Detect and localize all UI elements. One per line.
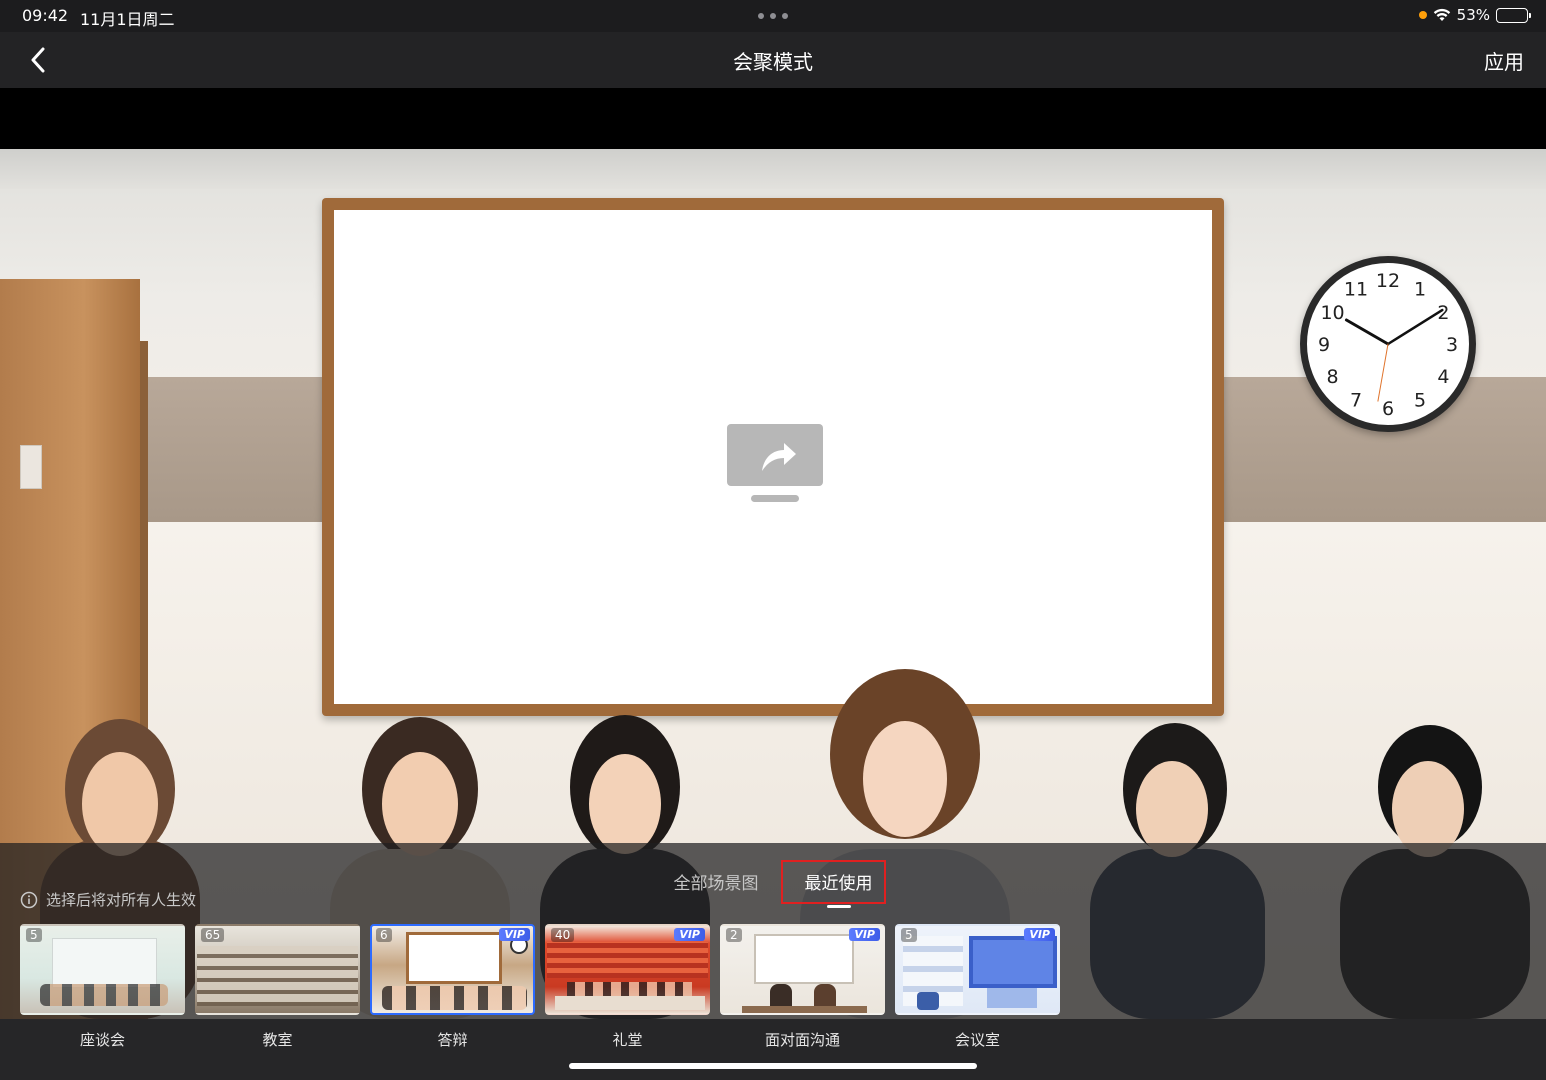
scene-thumb-auditorium[interactable]: 40 VIP 礼堂	[545, 924, 710, 1050]
vip-badge: VIP	[499, 928, 530, 941]
clock-number: 1	[1414, 279, 1426, 301]
participant-count: 5	[26, 928, 42, 942]
scene-thumb-face-to-face[interactable]: 2 VIP 面对面沟通	[720, 924, 885, 1050]
scene-thumb-meeting-room[interactable]: 5 VIP 会议室	[895, 924, 1060, 1050]
clock-hour-hand	[1344, 318, 1390, 346]
scene-thumbnail-list: 5 座谈会 65 教室 6 VIP 答辩 40 VIP 礼堂 2 VIP 面对面…	[20, 924, 1060, 1050]
scene-thumb-image: 5	[20, 924, 185, 1015]
whiteboard-screen	[322, 198, 1224, 716]
scene-thumb-label: 会议室	[954, 1031, 1000, 1049]
ceiling	[0, 149, 1546, 189]
vip-badge: VIP	[674, 928, 705, 941]
scene-thumb-label: 礼堂	[612, 1031, 643, 1049]
participant-count: 65	[201, 928, 225, 942]
clock-number: 12	[1376, 270, 1400, 292]
clock-number: 11	[1344, 279, 1368, 301]
scene-thumb-image: 40 VIP	[545, 924, 710, 1015]
scene-thumb-classroom[interactable]: 65 教室	[195, 924, 360, 1050]
page-title: 会聚模式	[733, 50, 813, 74]
clock-second-hand	[1377, 343, 1389, 402]
screen-share-icon	[727, 424, 823, 502]
battery-percent: 53%	[1456, 6, 1490, 24]
participant-count: 5	[901, 928, 917, 942]
wifi-icon	[1433, 8, 1450, 21]
scene-thumb-label: 答辩	[437, 1031, 468, 1049]
clock-number: 9	[1318, 334, 1330, 356]
home-indicator[interactable]	[569, 1063, 977, 1069]
annotation-highlight-box	[781, 860, 886, 904]
scene-thumb-image: 6 VIP	[370, 924, 535, 1015]
scene-thumb-label: 座谈会	[79, 1031, 125, 1049]
participant-count: 40	[551, 928, 575, 942]
scene-thumb-label: 教室	[262, 1031, 293, 1049]
participant-count: 2	[726, 928, 742, 942]
scene-thumb-image: 65	[195, 924, 360, 1015]
clock-number: 5	[1414, 389, 1426, 411]
scene-thumb-label: 面对面沟通	[764, 1031, 840, 1049]
scene-thumb-image: 5 VIP	[895, 924, 1060, 1015]
clock-number: 4	[1437, 366, 1449, 388]
clock-number: 10	[1320, 302, 1344, 324]
vip-badge: VIP	[1024, 928, 1055, 941]
mic-in-use-dot-icon	[1418, 11, 1427, 19]
clock-minute-hand	[1386, 308, 1444, 346]
status-time: 09:42	[22, 6, 69, 25]
tab-all-scenes[interactable]: 全部场景图	[671, 869, 762, 894]
scene-tabs: 全部场景图 最近使用	[0, 869, 1546, 908]
participant-count: 6	[376, 928, 392, 942]
clock-number: 8	[1327, 366, 1339, 388]
wall-clock: 12 1 2 3 4 5 6 7 8 9 10 11	[1300, 256, 1476, 432]
scene-thumb-symposium[interactable]: 5 座谈会	[20, 924, 185, 1050]
scene-thumb-image: 2 VIP	[720, 924, 885, 1015]
light-switch	[20, 445, 42, 489]
clock-number: 3	[1446, 334, 1458, 356]
status-indicators: 53%	[1418, 6, 1531, 24]
hint-row: 选择后将对所有人生效	[20, 889, 196, 910]
hint-text: 选择后将对所有人生效	[46, 891, 197, 909]
multitask-dots-icon[interactable]	[758, 13, 788, 19]
clock-number: 6	[1382, 398, 1394, 420]
apply-button[interactable]: 应用	[1484, 46, 1524, 75]
battery-icon	[1496, 7, 1531, 23]
status-bar: 09:42 11月1日周二 53%	[0, 0, 1546, 32]
vip-badge: VIP	[849, 928, 880, 941]
info-icon	[20, 891, 38, 908]
clock-number: 7	[1350, 389, 1362, 411]
scene-thumb-defense[interactable]: 6 VIP 答辩	[370, 924, 535, 1050]
status-date: 11月1日周二	[80, 10, 175, 29]
nav-bar: 会聚模式 应用	[0, 32, 1546, 88]
